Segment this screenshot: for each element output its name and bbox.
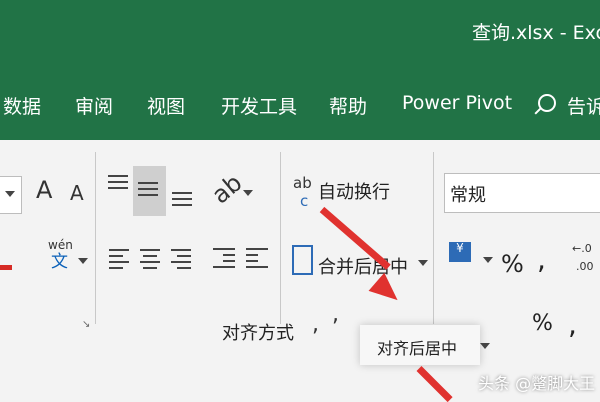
align-top-icon[interactable] (108, 175, 130, 193)
merge-center-button[interactable]: 合并后居中 (318, 253, 408, 279)
font-color-bar (0, 265, 12, 270)
wrap-text-button[interactable]: 自动换行 (318, 178, 390, 204)
popup-merge-center[interactable]: 对齐后居中 (377, 335, 457, 359)
align-bottom-icon[interactable] (172, 192, 194, 210)
ribbon-tabs: 数据 审阅 视图 开发工具 帮助 Power Pivot 告诉 (0, 72, 600, 140)
dialog-launcher-icon[interactable]: ↘ (82, 320, 90, 330)
chevron-down-icon[interactable] (243, 190, 253, 196)
ribbon-home: A A wén 文 ab ab c 自动换行 合并后居中 对齐方式 ↘ , , … (0, 140, 600, 344)
shrink-font-icon[interactable]: A (70, 183, 84, 203)
wrap-text-icon-bottom[interactable]: c (300, 194, 308, 209)
chevron-down-icon[interactable] (483, 257, 493, 263)
chevron-down-icon[interactable] (480, 343, 490, 349)
number-format-value: 常规 (450, 185, 486, 206)
title-bar: 查询.xlsx - Exc (0, 0, 600, 72)
red-arrow (416, 366, 453, 402)
tab-developer[interactable]: 开发工具 (221, 92, 297, 119)
window-title: 查询.xlsx - Exc (471, 22, 600, 44)
chevron-down-icon[interactable] (78, 258, 88, 264)
decrease-indent-icon[interactable] (213, 248, 235, 268)
comma-button[interactable]: , (537, 243, 546, 276)
phonetic-top-icon[interactable]: wén (48, 239, 73, 251)
accounting-icon[interactable]: ¥ (449, 242, 471, 262)
tab-help[interactable]: 帮助 (329, 92, 367, 119)
decrease-decimal-icon[interactable]: .00 (576, 261, 594, 272)
grow-font-icon[interactable]: A (36, 178, 52, 202)
tab-tell-me[interactable]: 告诉 (567, 92, 600, 119)
tab-power-pivot[interactable]: Power Pivot (402, 92, 512, 114)
watermark: 头条 @蹩脚大王 (478, 374, 596, 393)
merge-center-icon[interactable] (292, 245, 313, 275)
increase-decimal-icon[interactable]: ←.0 (572, 243, 592, 254)
comma-icon: , (568, 308, 577, 341)
chevron-down-icon[interactable] (418, 260, 428, 266)
increase-indent-icon[interactable] (246, 248, 268, 268)
group-separator (433, 152, 434, 324)
tab-data[interactable]: 数据 (3, 92, 41, 119)
merge-popup: 对齐后居中 (360, 325, 490, 365)
comma-icon[interactable]: , (312, 314, 319, 336)
align-middle-icon[interactable] (138, 182, 160, 200)
phonetic-bottom-icon[interactable]: 文 (51, 254, 68, 271)
group-separator (95, 152, 96, 324)
tab-review[interactable]: 审阅 (75, 92, 113, 119)
align-center-icon[interactable] (140, 249, 162, 269)
alignment-group-label: 对齐方式 (222, 323, 294, 344)
search-icon[interactable] (538, 94, 556, 112)
chevron-down-icon[interactable] (5, 191, 15, 197)
comma-icon[interactable]: , (332, 304, 339, 326)
tab-view[interactable]: 视图 (147, 92, 185, 119)
align-left-icon[interactable] (109, 249, 131, 269)
wrap-text-icon[interactable]: ab (293, 176, 312, 191)
percent-icon: % (532, 311, 553, 336)
orientation-icon[interactable]: ab (207, 169, 248, 210)
align-right-icon[interactable] (171, 249, 193, 269)
percent-button[interactable]: % (501, 250, 524, 278)
group-separator (280, 152, 281, 324)
